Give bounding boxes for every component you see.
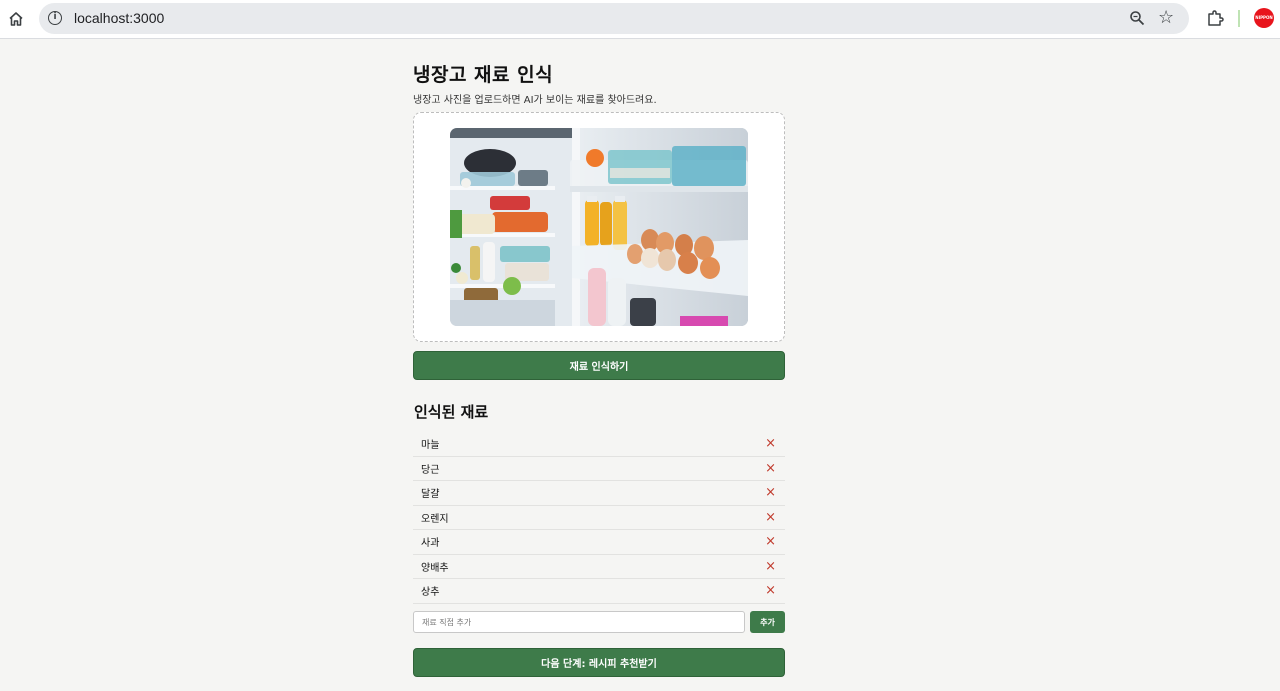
profile-avatar[interactable]: NIPPON (1254, 8, 1274, 28)
browser-toolbar: i localhost:3000 ☆ NIPPON (0, 0, 1280, 39)
recognized-ingredients-title: 인식된 재료 (414, 403, 489, 421)
extensions-icon[interactable] (1206, 9, 1224, 27)
remove-icon[interactable]: × (765, 560, 776, 573)
add-ingredient-row: 추가 (413, 611, 785, 633)
next-step-recipe-button[interactable]: 다음 단계: 레시피 추천받기 (413, 648, 785, 677)
home-icon[interactable] (6, 9, 26, 29)
toolbar-separator (1238, 10, 1240, 27)
zoom-icon[interactable] (1129, 10, 1145, 26)
list-item: 상추 × (413, 579, 785, 604)
list-item: 오렌지 × (413, 506, 785, 530)
ingredient-name: 달걀 (421, 489, 440, 501)
list-item: 사과 × (413, 530, 785, 555)
fridge-photo (450, 128, 748, 326)
page-title: 냉장고 재료 인식 (413, 64, 554, 86)
recognize-ingredients-button[interactable]: 재료 인식하기 (413, 351, 785, 380)
add-ingredient-button[interactable]: 추가 (750, 611, 785, 633)
remove-icon[interactable]: × (765, 584, 776, 597)
remove-icon[interactable]: × (765, 511, 776, 524)
list-item: 달걀 × (413, 481, 785, 506)
remove-icon[interactable]: × (765, 462, 776, 475)
ingredient-name: 상추 (421, 587, 440, 599)
ingredient-name: 마늘 (421, 440, 440, 452)
ingredient-name: 당근 (421, 464, 440, 476)
ingredient-name: 오렌지 (421, 513, 449, 525)
ingredient-name: 양배추 (421, 562, 449, 574)
url-text[interactable]: localhost:3000 (74, 10, 164, 26)
ingredient-name: 사과 (421, 538, 440, 550)
list-item: 당근 × (413, 457, 785, 481)
list-item: 마늘 × (413, 432, 785, 457)
remove-icon[interactable]: × (765, 535, 776, 548)
address-bar[interactable]: i localhost:3000 ☆ (39, 3, 1189, 34)
add-ingredient-input[interactable] (413, 611, 745, 633)
remove-icon[interactable]: × (765, 486, 776, 499)
remove-icon[interactable]: × (765, 437, 776, 450)
list-item: 양배추 × (413, 555, 785, 579)
site-info-icon[interactable]: i (48, 11, 62, 25)
image-upload-dropzone[interactable] (413, 112, 785, 342)
bookmark-star-icon[interactable]: ☆ (1158, 7, 1174, 28)
page-subtitle: 냉장고 사진을 업로드하면 AI가 보이는 재료를 찾아드려요. (413, 95, 657, 106)
fridge-recognition-app: 냉장고 재료 인식 냉장고 사진을 업로드하면 AI가 보이는 재료를 찾아드려… (413, 58, 785, 677)
ingredient-list: 마늘 × 당근 × 달걀 × 오렌지 × 사과 × 양배추 × 상추 × (413, 432, 785, 604)
